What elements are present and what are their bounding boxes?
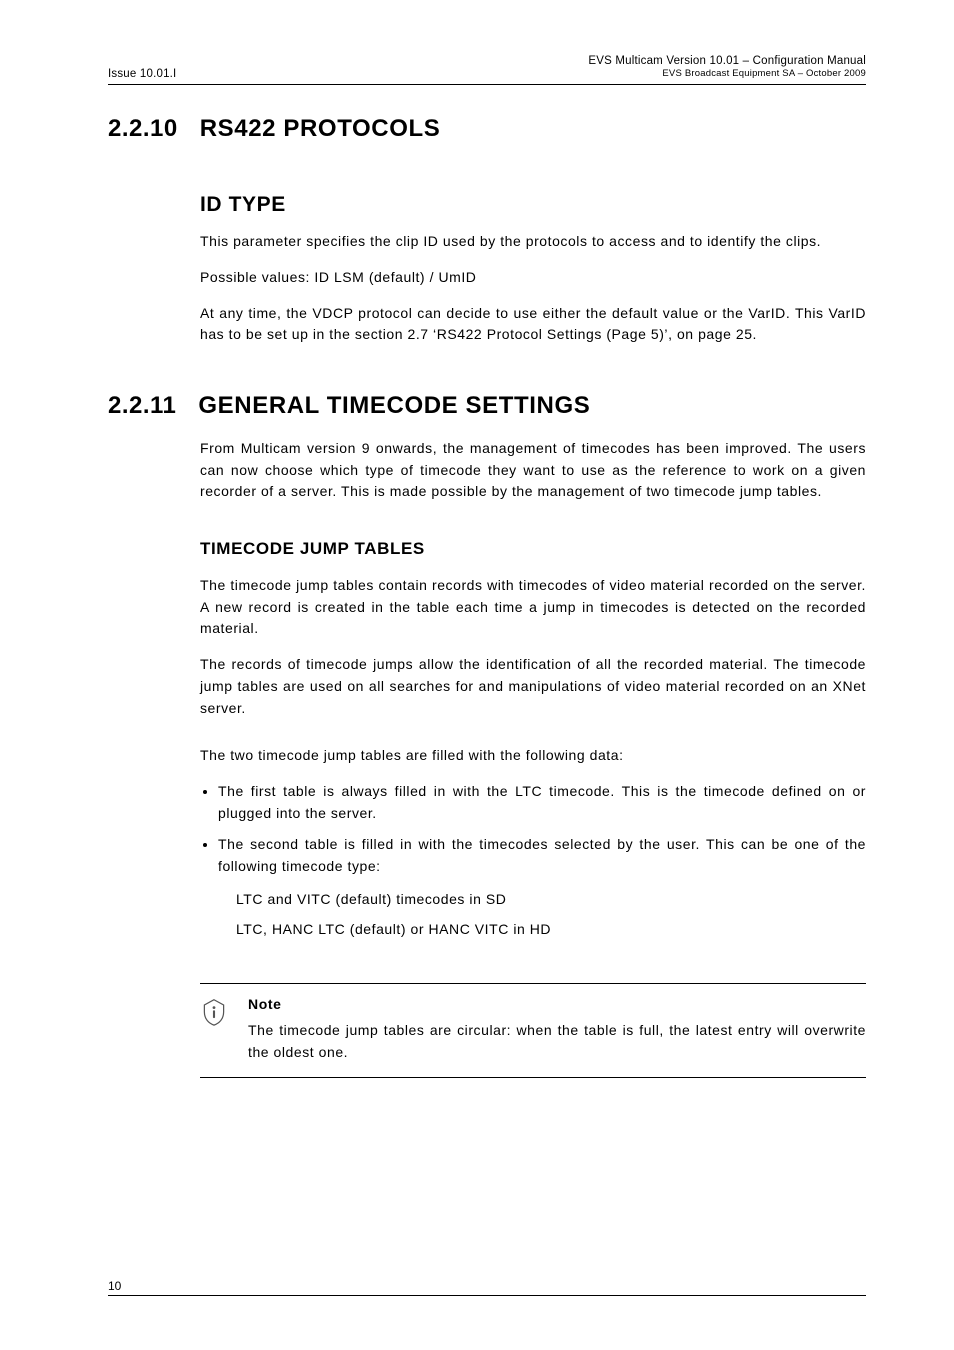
- tjt-p3: The two timecode jump tables are filled …: [200, 745, 866, 767]
- note-icon: [200, 996, 230, 1063]
- section-title: GENERAL TIMECODE SETTINGS: [198, 392, 590, 420]
- tjt-bullet-1: The first table is always filled in with…: [218, 781, 866, 824]
- tjt-sub-1: LTC and VITC (default) timecodes in SD: [236, 886, 866, 913]
- tjt-sub-2: LTC, HANC LTC (default) or HANC VITC in …: [236, 916, 866, 943]
- footer-rule: [108, 1295, 866, 1296]
- tjt-bullet-2-text: The second table is filled in with the t…: [218, 836, 866, 874]
- section-2-2-11-heading: 2.2.11 GENERAL TIMECODE SETTINGS: [108, 392, 866, 420]
- section-title: RS422 PROTOCOLS: [200, 115, 441, 143]
- header-rule: [108, 84, 866, 85]
- id-type-p2: Possible values: ID LSM (default) / UmID: [200, 267, 866, 289]
- id-type-p3: At any time, the VDCP protocol can decid…: [200, 303, 866, 346]
- tjt-p2: The records of timecode jumps allow the …: [200, 654, 866, 719]
- section-2-2-11-content: From Multicam version 9 onwards, the man…: [200, 438, 866, 1078]
- note-text: Note The timecode jump tables are circul…: [248, 996, 866, 1063]
- tjt-heading: TIMECODE JUMP TABLES: [200, 539, 866, 559]
- general-tc-intro: From Multicam version 9 onwards, the man…: [200, 438, 866, 503]
- section-number: 2.2.10: [108, 115, 178, 143]
- tjt-p1: The timecode jump tables contain records…: [200, 575, 866, 640]
- header-subtitle: EVS Broadcast Equipment SA – October 200…: [588, 68, 866, 80]
- page-footer: 10: [108, 1279, 866, 1296]
- tjt-bullet-2: The second table is filled in with the t…: [218, 834, 866, 943]
- section-2-2-10-content: ID TYPE This parameter specifies the cli…: [200, 193, 866, 346]
- id-type-heading: ID TYPE: [200, 193, 866, 217]
- header-right: EVS Multicam Version 10.01 – Configurati…: [588, 54, 866, 80]
- section-2-2-10-heading: 2.2.10 RS422 PROTOCOLS: [108, 115, 866, 143]
- tjt-sublist: LTC and VITC (default) timecodes in SD L…: [236, 886, 866, 943]
- note-title: Note: [248, 996, 866, 1012]
- id-type-p1: This parameter specifies the clip ID use…: [200, 231, 866, 253]
- header-title: EVS Multicam Version 10.01 – Configurati…: [588, 54, 866, 68]
- note-block: Note The timecode jump tables are circul…: [200, 983, 866, 1078]
- tjt-bullet-list: The first table is always filled in with…: [200, 781, 866, 943]
- section-number: 2.2.11: [108, 392, 176, 420]
- page: Issue 10.01.I EVS Multicam Version 10.01…: [0, 0, 954, 1350]
- note-body: The timecode jump tables are circular: w…: [248, 1020, 866, 1063]
- header-issue: Issue 10.01.I: [108, 68, 176, 80]
- page-number: 10: [108, 1279, 866, 1293]
- page-header: Issue 10.01.I EVS Multicam Version 10.01…: [108, 54, 866, 80]
